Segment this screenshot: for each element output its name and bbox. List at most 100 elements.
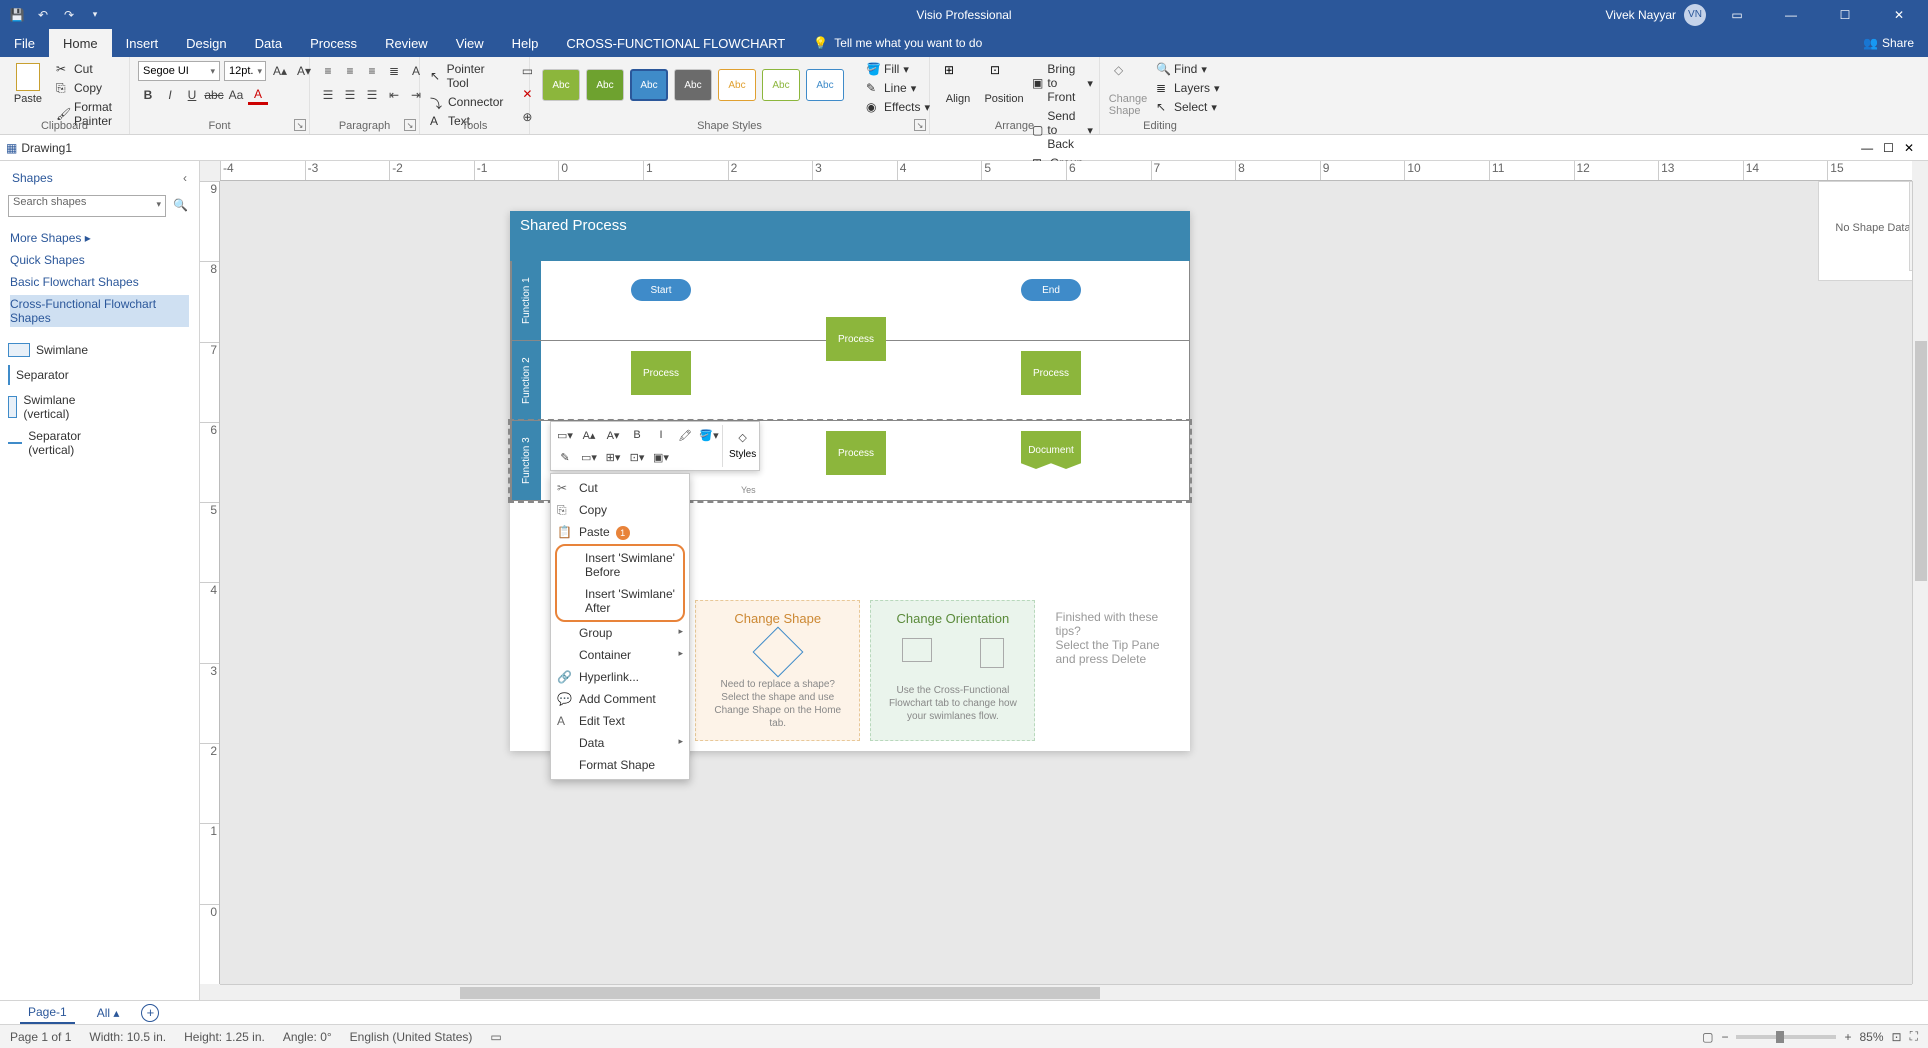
select-button[interactable]: ↖Select ▾ (1154, 99, 1222, 115)
menu-insert-after[interactable]: Insert 'Swimlane' After (557, 583, 683, 619)
mini-highlight-icon[interactable]: 🖍 (674, 425, 696, 445)
qat-dropdown-icon[interactable]: ▾ (86, 6, 104, 24)
tab-process[interactable]: Process (296, 29, 371, 57)
layers-button[interactable]: ≣Layers ▾ (1154, 80, 1222, 96)
user-name[interactable]: Vivek Nayyar (1606, 8, 1676, 22)
mini-arrange-icon[interactable]: ▣▾ (650, 447, 672, 467)
start-shape[interactable]: Start (631, 279, 691, 301)
align-top-icon[interactable]: ≡ (318, 61, 338, 81)
shape-style-7[interactable]: Abc (806, 69, 844, 101)
menu-copy[interactable]: ⎘Copy (551, 499, 689, 521)
align-right-icon[interactable]: ☰ (362, 85, 382, 105)
increase-font-icon[interactable]: A▴ (270, 61, 290, 81)
tell-me-search[interactable]: 💡 Tell me what you want to do (813, 29, 982, 57)
separator-vertical-shape[interactable]: Separator (vertical) (8, 429, 98, 457)
zoom-level[interactable]: 85% (1860, 1030, 1884, 1044)
copy-button[interactable]: ⎘Copy (54, 80, 121, 96)
mini-line-icon[interactable]: ✎ (554, 447, 576, 467)
zoom-in-button[interactable]: + (1844, 1030, 1851, 1044)
tab-file[interactable]: File (0, 29, 49, 57)
tab-design[interactable]: Design (172, 29, 240, 57)
cross-functional-link[interactable]: Cross-Functional Flowchart Shapes (10, 295, 189, 327)
zoom-out-button[interactable]: − (1721, 1030, 1728, 1044)
undo-icon[interactable]: ↶ (34, 6, 52, 24)
mini-fill2-icon[interactable]: ▭▾ (578, 447, 600, 467)
decrease-indent-icon[interactable]: ⇤ (384, 85, 404, 105)
mini-align-icon[interactable]: ⊞▾ (602, 447, 624, 467)
fill-button[interactable]: 🪣Fill ▾ (864, 61, 932, 77)
bold-button[interactable]: B (138, 85, 158, 105)
doc-maximize-icon[interactable]: ☐ (1883, 141, 1894, 155)
mini-font-inc-icon[interactable]: A▴ (578, 425, 600, 445)
ribbon-options-icon[interactable]: ▭ (1714, 0, 1760, 29)
swimlane-vertical-shape[interactable]: Swimlane (vertical) (8, 393, 98, 421)
tab-review[interactable]: Review (371, 29, 442, 57)
drawing-canvas[interactable]: Shared Process Function 1 Start Process … (220, 181, 1912, 984)
status-language[interactable]: English (United States) (350, 1030, 473, 1044)
menu-container[interactable]: Container (551, 644, 689, 666)
end-shape[interactable]: End (1021, 279, 1081, 301)
share-button[interactable]: 👥 Share (1849, 29, 1928, 57)
text-case-button[interactable]: Aa (226, 85, 246, 105)
swimlane-1[interactable]: Function 1 Start Process End (510, 261, 1190, 341)
menu-format-shape[interactable]: Format Shape (551, 754, 689, 776)
swimlane-2[interactable]: Function 2 Process Process (510, 341, 1190, 421)
search-icon[interactable]: 🔍 (170, 195, 191, 217)
basic-flowchart-link[interactable]: Basic Flowchart Shapes (10, 273, 189, 291)
horizontal-scrollbar[interactable] (220, 984, 1912, 1000)
align-left-icon[interactable]: ☰ (318, 85, 338, 105)
italic-button[interactable]: I (160, 85, 180, 105)
add-page-button[interactable]: + (141, 1004, 159, 1022)
collapse-pane-icon[interactable]: ‹ (183, 171, 187, 185)
save-icon[interactable]: 💾 (8, 6, 26, 24)
position-button[interactable]: ⊡Position (984, 61, 1024, 107)
fit-window-icon[interactable]: ⊡ (1892, 1030, 1902, 1044)
align-button[interactable]: ⊞Align (938, 61, 978, 107)
all-pages-tab[interactable]: All ▴ (89, 1003, 128, 1023)
maximize-button[interactable]: ☐ (1822, 0, 1868, 29)
menu-cut[interactable]: ✂Cut (551, 477, 689, 499)
document-tab[interactable]: ▦ Drawing1 (6, 141, 72, 155)
lane-3-label[interactable]: Function 3 (511, 421, 541, 500)
line-button[interactable]: ✎Line ▾ (864, 80, 932, 96)
separator-shape[interactable]: Separator (8, 365, 98, 385)
menu-data[interactable]: Data (551, 732, 689, 754)
pointer-tool-button[interactable]: ↖Pointer Tool (428, 61, 505, 91)
change-shape-button[interactable]: ◇Change Shape (1108, 61, 1148, 119)
menu-add-comment[interactable]: 💬Add Comment (551, 688, 689, 710)
mini-font-dec-icon[interactable]: A▾ (602, 425, 624, 445)
full-screen-icon[interactable]: ⛶ (1910, 1029, 1918, 1044)
minimize-button[interactable]: — (1768, 0, 1814, 29)
vscroll-thumb[interactable] (1915, 341, 1927, 581)
menu-insert-before[interactable]: Insert 'Swimlane' Before (557, 547, 683, 583)
shape-style-6[interactable]: Abc (762, 69, 800, 101)
tab-cross-functional[interactable]: CROSS-FUNCTIONAL FLOWCHART (552, 29, 799, 57)
doc-minimize-icon[interactable]: — (1861, 141, 1873, 155)
menu-hyperlink[interactable]: 🔗Hyperlink... (551, 666, 689, 688)
more-shapes-link[interactable]: More Shapes ▸ (10, 229, 189, 247)
cut-button[interactable]: ✂Cut (54, 61, 121, 77)
tab-view[interactable]: View (442, 29, 498, 57)
lane-2-label[interactable]: Function 2 (511, 341, 541, 420)
menu-group[interactable]: Group (551, 622, 689, 644)
align-bottom-icon[interactable]: ≡ (362, 61, 382, 81)
hscroll-thumb[interactable] (460, 987, 1100, 999)
presentation-mode-icon[interactable]: ▢ (1702, 1030, 1713, 1044)
font-family-select[interactable]: Segoe UI (138, 61, 220, 81)
close-button[interactable]: ✕ (1876, 0, 1922, 29)
bring-front-button[interactable]: ▣Bring to Front ▾ (1030, 61, 1095, 105)
font-color-button[interactable]: A (248, 85, 268, 105)
tab-home[interactable]: Home (49, 29, 112, 57)
mini-fill-icon[interactable]: 🪣▾ (698, 425, 720, 445)
align-middle-icon[interactable]: ≡ (340, 61, 360, 81)
menu-paste[interactable]: 📋Paste1 (551, 521, 689, 544)
tip-change-orientation-card[interactable]: Change Orientation Use the Cross-Functio… (870, 600, 1035, 741)
effects-button[interactable]: ◉Effects ▾ (864, 99, 932, 115)
mini-bold-button[interactable]: B (626, 425, 648, 445)
user-avatar[interactable]: VN (1684, 4, 1706, 26)
vertical-scrollbar[interactable] (1912, 181, 1928, 984)
macro-record-icon[interactable]: ▭ (490, 1030, 501, 1044)
strikethrough-button[interactable]: abc (204, 85, 224, 105)
tab-help[interactable]: Help (498, 29, 553, 57)
lane-1-label[interactable]: Function 1 (511, 261, 541, 340)
